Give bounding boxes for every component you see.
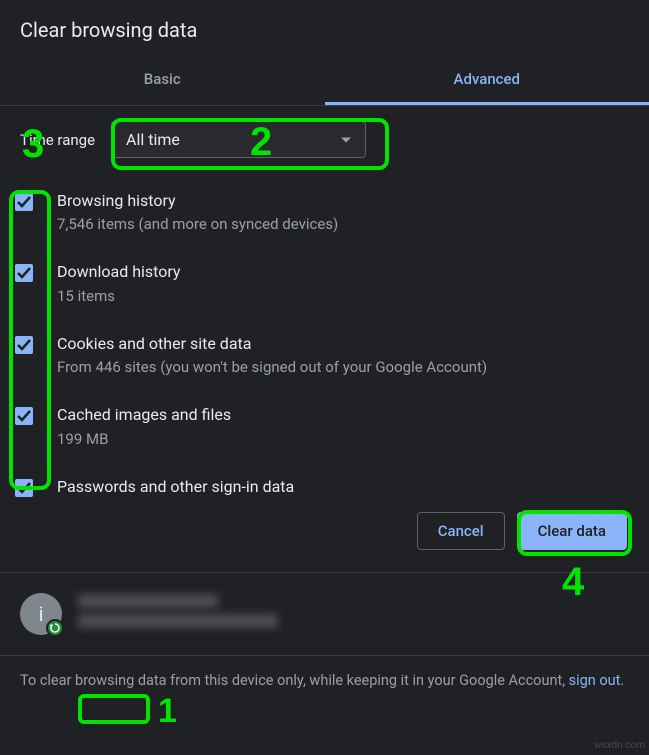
tab-advanced[interactable]: Advanced: [325, 56, 649, 105]
checkbox-icon[interactable]: [15, 193, 33, 211]
tab-bar: Basic Advanced: [0, 56, 649, 106]
annotation-number-2: 2: [250, 120, 272, 165]
option-subtitle: 15 items: [57, 286, 181, 307]
option-title: Cookies and other site data: [57, 333, 487, 355]
option-subtitle: From 446 sites (you won't be signed out …: [57, 357, 487, 378]
checkbox-icon[interactable]: [15, 407, 33, 425]
annotation-number-3: 3: [22, 122, 44, 167]
option-passwords[interactable]: Passwords and other sign-in data: [15, 466, 629, 498]
checkbox-icon[interactable]: [15, 336, 33, 354]
account-email-redacted: [78, 614, 278, 628]
note-text-after: .: [620, 672, 624, 689]
checkbox-icon[interactable]: [15, 264, 33, 282]
option-title: Passwords and other sign-in data: [57, 476, 294, 498]
checkbox-icon[interactable]: [15, 479, 33, 497]
dialog-buttons: Cancel Clear data: [0, 498, 649, 573]
sign-out-note: To clear browsing data from this device …: [0, 656, 649, 708]
avatar: i: [20, 593, 62, 635]
sync-icon: [46, 619, 64, 637]
sign-out-link[interactable]: sign out: [569, 672, 621, 689]
note-text: To clear browsing data from this device …: [20, 672, 569, 689]
annotation-number-4: 4: [562, 560, 584, 605]
option-cookies[interactable]: Cookies and other site data From 446 sit…: [15, 323, 629, 394]
options-list: Browsing history 7,546 items (and more o…: [0, 180, 649, 498]
time-range-select[interactable]: All time: [111, 121, 366, 158]
option-title: Download history: [57, 261, 181, 283]
watermark: wsxdn.com: [594, 740, 645, 751]
account-info: [78, 594, 278, 634]
option-download-history[interactable]: Download history 15 items: [15, 251, 629, 322]
account-row: i: [0, 573, 649, 656]
annotation-number-1: 1: [158, 692, 177, 731]
option-title: Browsing history: [57, 190, 338, 212]
account-name-redacted: [78, 594, 218, 608]
dialog-title: Clear browsing data: [0, 0, 649, 56]
tab-basic[interactable]: Basic: [0, 56, 325, 105]
time-range-value: All time: [126, 130, 180, 149]
clear-data-button[interactable]: Clear data: [517, 512, 627, 550]
option-subtitle: 199 MB: [57, 429, 231, 450]
option-cached-images[interactable]: Cached images and files 199 MB: [15, 394, 629, 465]
cancel-button[interactable]: Cancel: [417, 512, 505, 550]
chevron-down-icon: [341, 137, 351, 142]
option-subtitle: 7,546 items (and more on synced devices): [57, 214, 338, 235]
time-range-row: Time range All time: [0, 106, 649, 180]
option-browsing-history[interactable]: Browsing history 7,546 items (and more o…: [15, 180, 629, 251]
option-title: Cached images and files: [57, 404, 231, 426]
